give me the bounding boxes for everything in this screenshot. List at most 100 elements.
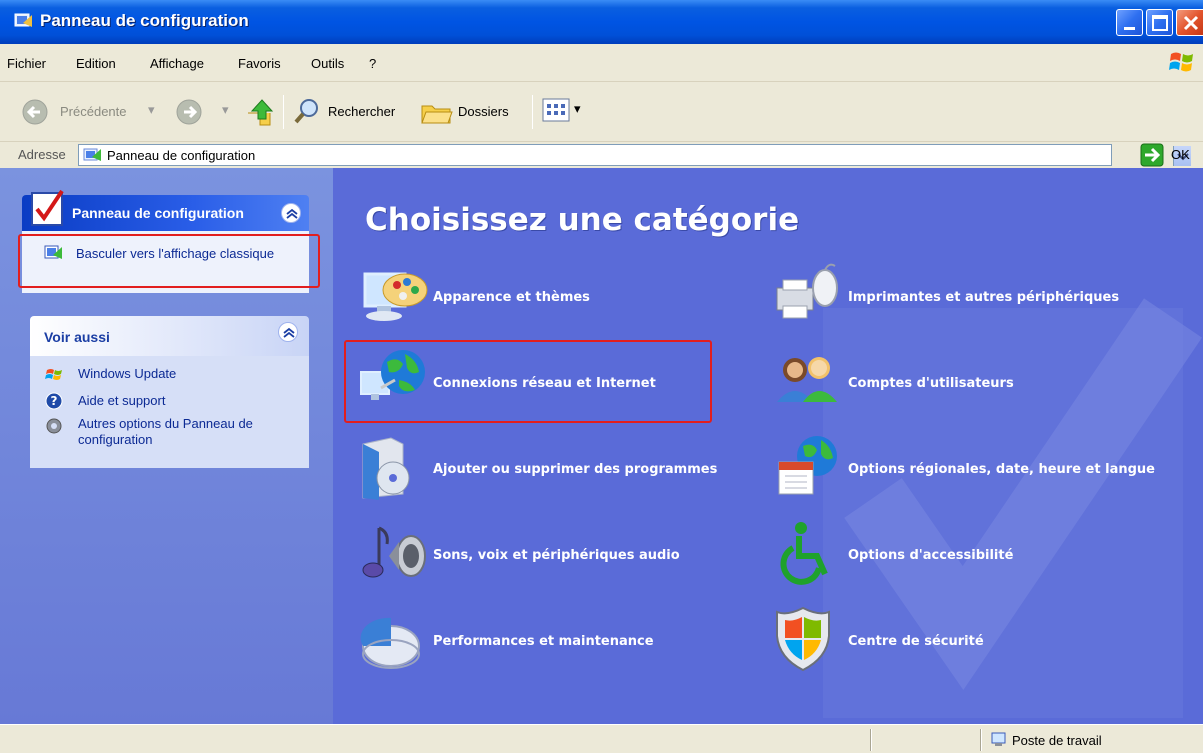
- menu-favoris[interactable]: Favoris: [238, 56, 281, 71]
- title-bar[interactable]: Panneau de configuration: [0, 0, 1203, 44]
- status-location: Poste de travail: [1012, 733, 1102, 748]
- category-add-remove-programs[interactable]: Ajouter ou supprimer des programmes: [359, 432, 779, 504]
- category-label: Apparence et thèmes: [433, 290, 590, 305]
- highlight-box: [344, 340, 712, 423]
- address-input[interactable]: Panneau de configuration: [78, 144, 1191, 166]
- category-performance-maintenance[interactable]: Performances et maintenance: [359, 604, 739, 676]
- control-panel-checkmark-icon: [31, 189, 64, 226]
- go-button[interactable]: OK: [1171, 147, 1190, 162]
- category-label: Options d'accessibilité: [848, 548, 1014, 563]
- category-accessibility[interactable]: Options d'accessibilité: [773, 518, 1193, 590]
- menu-outils[interactable]: Outils: [311, 56, 344, 71]
- category-label: Comptes d'utilisateurs: [848, 376, 1014, 391]
- help-and-support-link[interactable]: Aide et support: [78, 393, 165, 409]
- toolbar-separator: [283, 95, 284, 129]
- folders-button[interactable]: Dossiers: [420, 96, 530, 128]
- views-icon: [542, 98, 570, 122]
- see-also-body: Windows Update ? Aide et support Autres …: [30, 356, 309, 468]
- menu-bar: Fichier Edition Affichage Favoris Outils…: [0, 44, 1203, 82]
- status-bar: Poste de travail: [0, 724, 1203, 753]
- close-icon: [1183, 15, 1199, 31]
- printers-devices-icon: [776, 263, 838, 319]
- category-pane: Choisissez une catégorie Apparence et th…: [333, 168, 1203, 724]
- back-button[interactable]: Précédente ▾: [20, 96, 160, 128]
- control-panel-window: Panneau de configuration Fichier Edition…: [0, 0, 1203, 753]
- views-dropdown-icon: ▾: [574, 101, 581, 116]
- windows-update-icon: [45, 369, 62, 380]
- category-label: Performances et maintenance: [433, 634, 654, 649]
- category-appearance-themes[interactable]: Apparence et thèmes: [359, 260, 739, 332]
- address-value: Panneau de configuration: [107, 148, 256, 163]
- collapse-task-panel-button[interactable]: [281, 203, 301, 223]
- main-content: Panneau de configuration Basculer vers l…: [0, 168, 1203, 724]
- menu-edition[interactable]: Edition: [76, 56, 116, 71]
- status-separator: [870, 729, 872, 751]
- see-also-title: Voir aussi: [44, 329, 110, 345]
- maximize-button[interactable]: [1146, 9, 1173, 36]
- category-sounds-audio[interactable]: Sons, voix et périphériques audio: [359, 518, 739, 590]
- search-icon: [294, 99, 318, 124]
- menu-help[interactable]: ?: [369, 56, 376, 71]
- shield-icon: [776, 606, 830, 672]
- search-label: Rechercher: [328, 104, 396, 119]
- windows-logo-icon: [1169, 52, 1193, 72]
- address-bar: Adresse Panneau de configuration OK: [0, 142, 1203, 168]
- toolbar: Précédente ▾ ▾ Rechercher Dossiers ▾: [0, 83, 1203, 142]
- minimize-button[interactable]: [1116, 9, 1143, 36]
- chevron-up-double-icon: [283, 327, 295, 338]
- page-title: Choisissez une catégorie: [365, 202, 800, 238]
- add-remove-programs-icon: [362, 437, 410, 500]
- folders-icon: [421, 105, 453, 124]
- back-arrow-icon: [22, 99, 48, 125]
- address-label: Adresse: [18, 147, 66, 162]
- accessibility-icon: [780, 522, 828, 585]
- window-title: Panneau de configuration: [40, 11, 249, 30]
- task-panel-title: Panneau de configuration: [72, 205, 244, 221]
- back-dropdown-icon[interactable]: ▾: [148, 102, 155, 118]
- menu-affichage[interactable]: Affichage: [150, 56, 204, 71]
- control-panel-task-header[interactable]: Panneau de configuration: [22, 189, 309, 231]
- up-folder-icon[interactable]: [244, 95, 276, 129]
- category-printers-devices[interactable]: Imprimantes et autres périphériques: [773, 260, 1193, 332]
- help-icon: ?: [45, 392, 63, 410]
- category-user-accounts[interactable]: Comptes d'utilisateurs: [773, 346, 1193, 418]
- category-label: Options régionales, date, heure et langu…: [848, 462, 1155, 477]
- sounds-audio-icon: [362, 526, 426, 578]
- forward-arrow-icon: [176, 99, 202, 125]
- windows-update-link[interactable]: Windows Update: [78, 366, 176, 382]
- collapse-see-also-button[interactable]: [278, 322, 298, 342]
- category-label: Centre de sécurité: [848, 634, 984, 649]
- close-button[interactable]: [1176, 9, 1203, 36]
- menu-fichier[interactable]: Fichier: [7, 56, 46, 71]
- category-label: Sons, voix et périphériques audio: [433, 548, 680, 563]
- toolbar-separator: [532, 95, 533, 129]
- category-security-center[interactable]: Centre de sécurité: [773, 604, 1193, 676]
- search-button[interactable]: Rechercher: [292, 96, 412, 128]
- user-accounts-icon: [777, 357, 837, 402]
- control-panel-icon: [14, 13, 32, 27]
- see-also-header[interactable]: Voir aussi: [30, 316, 309, 356]
- category-label: Imprimantes et autres périphériques: [848, 290, 1120, 305]
- gear-icon: [46, 418, 62, 434]
- highlight-box: [18, 234, 320, 288]
- status-separator: [980, 729, 982, 751]
- chevron-up-double-icon: [286, 208, 298, 219]
- regional-options-icon: [778, 436, 837, 495]
- forward-dropdown-icon[interactable]: ▾: [222, 102, 229, 118]
- svg-text:?: ?: [51, 394, 58, 408]
- minimize-icon: [1124, 27, 1135, 30]
- control-panel-icon: [83, 148, 101, 161]
- other-options-link[interactable]: Autres options du Panneau de configurati…: [78, 416, 298, 448]
- category-label: Ajouter ou supprimer des programmes: [433, 462, 718, 477]
- my-computer-icon: [991, 732, 1006, 746]
- category-regional-options[interactable]: Options régionales, date, heure et langu…: [773, 432, 1203, 504]
- appearance-themes-icon: [363, 272, 428, 321]
- left-task-pane: Panneau de configuration Basculer vers l…: [0, 168, 333, 724]
- maximize-icon: [1152, 15, 1168, 31]
- go-arrow-icon[interactable]: [1140, 143, 1166, 167]
- performance-maintenance-icon: [360, 617, 420, 669]
- views-button[interactable]: ▾: [542, 97, 586, 127]
- folders-label: Dossiers: [458, 104, 509, 119]
- forward-button[interactable]: ▾: [174, 96, 234, 128]
- back-label: Précédente: [60, 104, 127, 119]
